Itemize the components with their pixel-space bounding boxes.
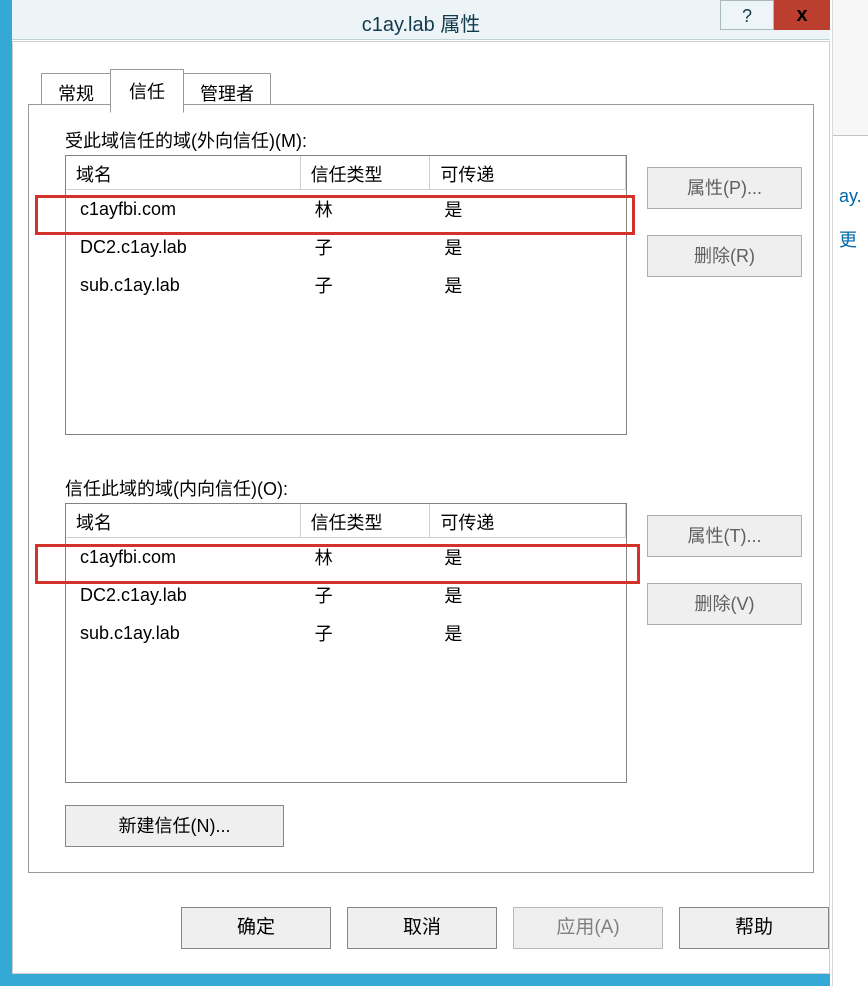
transitive-cell: 是 xyxy=(430,191,626,227)
trust-type-cell: 林 xyxy=(301,191,431,227)
domain-name-cell: sub.c1ay.lab xyxy=(66,270,301,301)
background-window-strip: ay. 更 xyxy=(832,0,868,986)
window-left-border xyxy=(0,0,12,986)
apply-button[interactable]: 应用(A) xyxy=(513,907,663,949)
titlebar[interactable]: c1ay.lab 属性 ? x xyxy=(12,0,830,40)
column-header-type[interactable]: 信任类型 xyxy=(301,504,431,538)
table-row[interactable]: DC2.c1ay.lab 子 是 xyxy=(66,576,626,614)
ok-button[interactable]: 确定 xyxy=(181,907,331,949)
tab-page-trusts: 受此域信任的域(外向信任)(M): 域名 信任类型 可传递 c1ayfbi.co… xyxy=(28,104,814,873)
table-row[interactable]: sub.c1ay.lab 子 是 xyxy=(66,266,626,304)
column-header-transitive[interactable]: 可传递 xyxy=(430,156,626,190)
domain-name-cell: c1ayfbi.com xyxy=(66,194,301,225)
domain-name-cell: DC2.c1ay.lab xyxy=(66,232,301,263)
trust-type-cell: 子 xyxy=(301,615,431,651)
domain-name-cell: DC2.c1ay.lab xyxy=(66,580,301,611)
domain-name-cell: c1ayfbi.com xyxy=(66,542,301,573)
transitive-cell: 是 xyxy=(430,615,626,651)
titlebar-close-button[interactable]: x xyxy=(774,0,830,30)
incoming-remove-button[interactable]: 删除(V) xyxy=(647,583,802,625)
tab-strip: 常规 信任 管理者 xyxy=(41,72,270,106)
background-text-fragment: 更 xyxy=(839,226,857,252)
transitive-cell: 是 xyxy=(430,577,626,613)
background-text-fragment: ay. xyxy=(839,186,862,207)
dialog-body: 常规 信任 管理者 受此域信任的域(外向信任)(M): 域名 信任类型 可传递 … xyxy=(12,41,830,974)
cancel-button[interactable]: 取消 xyxy=(347,907,497,949)
incoming-properties-button[interactable]: 属性(T)... xyxy=(647,515,802,557)
tab-trusts[interactable]: 信任 xyxy=(110,69,184,113)
trust-type-cell: 林 xyxy=(301,539,431,575)
background-window-header xyxy=(833,0,868,136)
help-button[interactable]: 帮助 xyxy=(679,907,829,949)
column-header-transitive[interactable]: 可传递 xyxy=(430,504,626,538)
incoming-trusts-label: 信任此域的域(内向信任)(O): xyxy=(65,475,288,501)
outgoing-trusts-label: 受此域信任的域(外向信任)(M): xyxy=(65,127,307,153)
outgoing-properties-button[interactable]: 属性(P)... xyxy=(647,167,802,209)
trust-type-cell: 子 xyxy=(301,267,431,303)
table-row[interactable]: sub.c1ay.lab 子 是 xyxy=(66,614,626,652)
outgoing-trusts-header-row: 域名 信任类型 可传递 xyxy=(66,156,626,190)
table-row[interactable]: DC2.c1ay.lab 子 是 xyxy=(66,228,626,266)
properties-dialog-window: c1ay.lab 属性 ? x 常规 信任 管理者 受此域信任的域(外向信任)(… xyxy=(0,0,830,986)
trust-type-cell: 子 xyxy=(301,229,431,265)
column-header-domain[interactable]: 域名 xyxy=(66,156,301,190)
window-title: c1ay.lab 属性 xyxy=(12,8,830,37)
table-row[interactable]: c1ayfbi.com 林 是 xyxy=(66,538,626,576)
transitive-cell: 是 xyxy=(430,229,626,265)
titlebar-help-button[interactable]: ? xyxy=(720,0,774,30)
window-bottom-border xyxy=(0,974,830,986)
incoming-trusts-list[interactable]: 域名 信任类型 可传递 c1ayfbi.com 林 是 DC2.c1ay.lab… xyxy=(65,503,627,783)
trust-type-cell: 子 xyxy=(301,577,431,613)
domain-name-cell: sub.c1ay.lab xyxy=(66,618,301,649)
table-row[interactable]: c1ayfbi.com 林 是 xyxy=(66,190,626,228)
incoming-trusts-header-row: 域名 信任类型 可传递 xyxy=(66,504,626,538)
outgoing-remove-button[interactable]: 删除(R) xyxy=(647,235,802,277)
outgoing-trusts-list[interactable]: 域名 信任类型 可传递 c1ayfbi.com 林 是 DC2.c1ay.lab… xyxy=(65,155,627,435)
dialog-action-row: 确定 取消 应用(A) 帮助 xyxy=(13,907,829,951)
column-header-domain[interactable]: 域名 xyxy=(66,504,301,538)
new-trust-button[interactable]: 新建信任(N)... xyxy=(65,805,284,847)
column-header-type[interactable]: 信任类型 xyxy=(301,156,431,190)
transitive-cell: 是 xyxy=(430,539,626,575)
transitive-cell: 是 xyxy=(430,267,626,303)
